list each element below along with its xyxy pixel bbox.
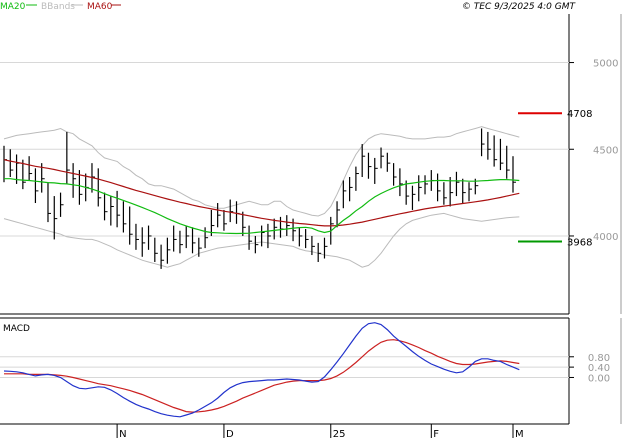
legend-ma20: MA20 bbox=[0, 2, 26, 12]
copyright-label: © TEC 9/3/2025 4:0 GMT bbox=[462, 2, 577, 12]
macd-signal-line bbox=[4, 339, 520, 413]
x-tick-label: M bbox=[515, 429, 524, 440]
macd-y-ticks: 0.800.400.00 bbox=[569, 353, 610, 384]
macd-title: MACD bbox=[3, 324, 30, 334]
x-tick-label: N bbox=[119, 429, 126, 440]
x-tick-label: 25 bbox=[333, 429, 346, 440]
price-panel: 4708 3968 5000 4500 4000 bbox=[0, 14, 622, 315]
macd-tick-label: 0.00 bbox=[588, 373, 610, 384]
legend-ma60: MA60 bbox=[87, 2, 113, 12]
ma60-line bbox=[3, 159, 520, 227]
price-tick-label: 4000 bbox=[593, 232, 618, 243]
support-level-label: 3968 bbox=[567, 238, 592, 249]
macd-lines bbox=[3, 322, 520, 418]
x-tick-label: F bbox=[433, 429, 439, 440]
bband-upper-line bbox=[3, 126, 520, 217]
price-tick-label: 5000 bbox=[593, 59, 618, 70]
price-y-ticks: 5000 4500 4000 bbox=[569, 59, 618, 243]
price-tick-label: 4500 bbox=[593, 145, 618, 156]
price-grid bbox=[0, 62, 569, 237]
macd-panel: 0.800.400.00 MACD bbox=[0, 317, 622, 425]
price-levels: 4708 3968 bbox=[518, 109, 592, 249]
x-axis: N D 25 F M bbox=[116, 424, 524, 440]
moving-averages bbox=[3, 159, 520, 235]
macd-line bbox=[3, 322, 520, 418]
resistance-level-label: 4708 bbox=[567, 109, 592, 120]
x-tick-label: D bbox=[226, 429, 234, 440]
legend-bbands: BBands bbox=[41, 2, 75, 12]
chart-canvas: 47083968 500045004000 0.800.400.00 MACD … bbox=[0, 2, 622, 440]
legend: MA20 BBands MA60 © TEC 9/3/2025 4:0 GMT bbox=[0, 2, 576, 12]
macd-grid bbox=[0, 356, 569, 378]
